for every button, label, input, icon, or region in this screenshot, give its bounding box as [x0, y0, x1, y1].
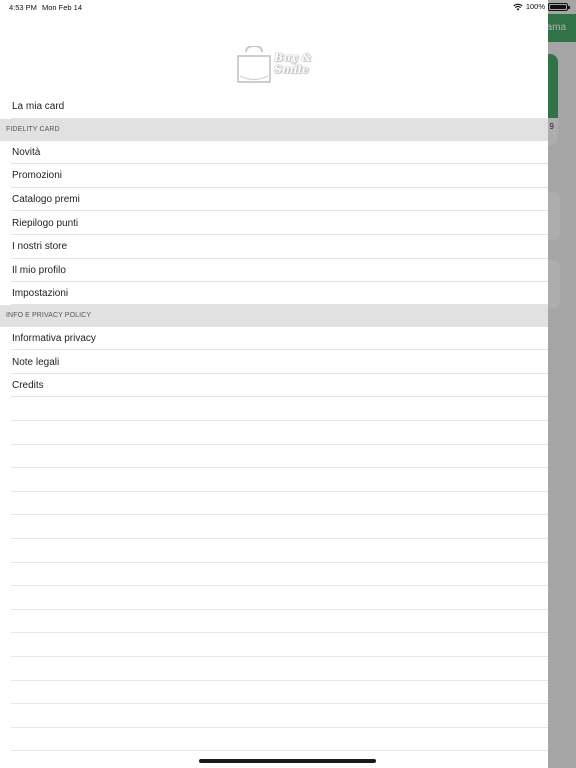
- battery-percent: 100%: [525, 2, 545, 11]
- side-drawer: Buy & Smile La mia card FIDELITY CARD No…: [0, 0, 548, 768]
- menu-item-riepilogo-punti[interactable]: Riepilogo punti: [0, 211, 548, 235]
- menu-item-my-card[interactable]: La mia card: [0, 95, 548, 119]
- status-time: 4:53 PM: [9, 3, 37, 12]
- empty-row: [0, 421, 548, 445]
- menu-item-nostri-store[interactable]: I nostri store: [0, 235, 548, 259]
- logo-line-2: Smile: [274, 63, 309, 76]
- menu-item-promozioni[interactable]: Promozioni: [0, 164, 548, 188]
- drawer-menu: La mia card FIDELITY CARD Novità Promozi…: [0, 95, 548, 751]
- menu-item-impostazioni[interactable]: Impostazioni: [0, 282, 548, 305]
- menu-item-label: Il mio profilo: [12, 264, 66, 276]
- menu-item-note-legali[interactable]: Note legali: [0, 350, 548, 374]
- empty-row: [0, 728, 548, 752]
- battery-icon: [548, 2, 570, 11]
- empty-row: [0, 610, 548, 634]
- menu-item-credits[interactable]: Credits: [0, 374, 548, 398]
- empty-row: [0, 704, 548, 728]
- empty-row: [0, 515, 548, 539]
- menu-item-label: Credits: [12, 380, 44, 392]
- logo-wordmark: Buy & Smile: [274, 52, 311, 76]
- empty-row: [0, 539, 548, 563]
- empty-row: [0, 397, 548, 421]
- section-header-info-privacy: INFO E PRIVACY POLICY: [0, 304, 548, 327]
- menu-item-label: Note legali: [12, 356, 60, 368]
- menu-item-label: Promozioni: [12, 170, 63, 182]
- menu-item-label: Catalogo premi: [12, 194, 80, 206]
- menu-item-novita[interactable]: Novità: [0, 141, 548, 165]
- empty-row: [0, 586, 548, 610]
- status-bar: 4:53 PM Mon Feb 14 100%: [0, 0, 576, 14]
- empty-row: [0, 492, 548, 516]
- menu-item-label: Novità: [12, 146, 41, 158]
- section-header-fidelity-card: FIDELITY CARD: [0, 118, 548, 141]
- empty-row: [0, 563, 548, 587]
- empty-row: [0, 681, 548, 705]
- menu-item-mio-profilo[interactable]: Il mio profilo: [0, 259, 548, 283]
- status-date: Mon Feb 14: [42, 3, 83, 12]
- menu-item-label: I nostri store: [12, 241, 68, 253]
- menu-item-label: Informativa privacy: [12, 332, 96, 344]
- menu-item-informativa-privacy[interactable]: Informativa privacy: [0, 327, 548, 351]
- menu-item-label: La mia card: [12, 101, 65, 113]
- menu-item-label: Impostazioni: [12, 287, 69, 299]
- wifi-icon: [513, 3, 523, 10]
- empty-row: [0, 633, 548, 657]
- menu-item-catalogo-premi[interactable]: Catalogo premi: [0, 188, 548, 212]
- home-indicator[interactable]: [199, 759, 376, 763]
- empty-row: [0, 657, 548, 681]
- status-right: 100%: [513, 2, 570, 11]
- empty-row: [0, 468, 548, 492]
- empty-row: [0, 445, 548, 469]
- menu-item-label: Riepilogo punti: [12, 217, 79, 229]
